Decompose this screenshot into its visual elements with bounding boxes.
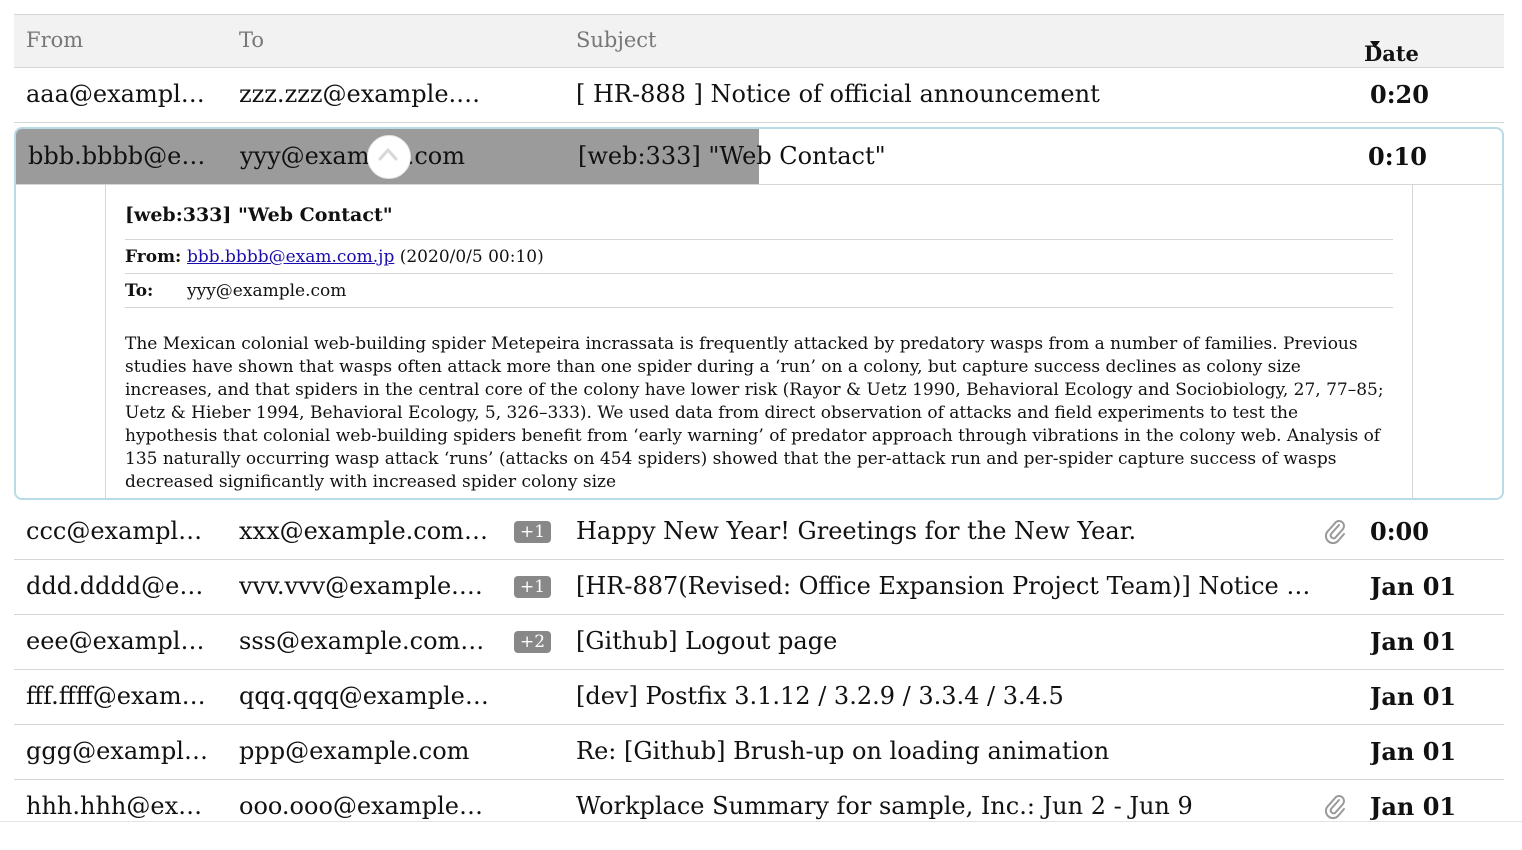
mail-subject: [HR-887(Revised: Office Expansion Projec…	[576, 572, 1311, 600]
mail-date: 0:00	[1370, 517, 1429, 546]
mail-from: ccc@example.c…	[26, 517, 211, 545]
expanded-mail-row[interactable]: bbb.bbbb@exa… yyy@example.com [web:333] …	[16, 129, 1502, 185]
mail-detail: [web:333] "Web Contact" From: bbb.bbbb@ex…	[105, 184, 1413, 498]
from-email-link[interactable]: bbb.bbbb@exam.com.jp	[187, 247, 394, 267]
mail-date: Jan 01	[1370, 627, 1457, 656]
mail-to: xxx@example.com,x…	[239, 517, 489, 545]
from-time: (2020/0/5 00:10)	[399, 247, 544, 267]
chevron-up-icon	[378, 148, 398, 161]
paperclip-icon	[1324, 519, 1348, 545]
recipient-count-badge: +2	[514, 631, 551, 653]
divider	[125, 273, 1393, 274]
divider	[125, 307, 1393, 308]
mail-subject: [dev] Postfix 3.1.12 / 3.2.9 / 3.3.4 / 3…	[576, 682, 1064, 710]
mail-to: qqq.qqq@example.com	[239, 682, 489, 710]
mail-subject: [Github] Logout page	[576, 627, 838, 655]
detail-to: To: yyy@example.com	[125, 281, 346, 301]
detail-from: From: bbb.bbbb@exam.com.jp (2020/0/5 00:1…	[125, 247, 544, 267]
column-from[interactable]: From	[26, 28, 83, 52]
mail-from: hhh.hhh@exam…	[26, 792, 211, 820]
expanded-mail: bbb.bbbb@exa… yyy@example.com [web:333] …	[14, 127, 1504, 500]
mail-date: Jan 01	[1370, 682, 1457, 711]
mail-list: From To Subject Date aaa@example.c… zzz.…	[14, 14, 1504, 123]
mail-date: Jan 01	[1370, 792, 1457, 821]
mail-subject: Happy New Year! Greetings for the New Ye…	[576, 517, 1137, 545]
mail-from: ggg@example.…	[26, 737, 211, 765]
mail-row[interactable]: ddd.dddd@exa… vvv.vvv@example.co… +1 [HR-88…	[14, 560, 1504, 615]
mail-row[interactable]: aaa@example.c… zzz.zzz@example.com [ HR-…	[14, 68, 1504, 123]
mail-row[interactable]: ccc@example.c… xxx@example.com,x… +1 Happy …	[14, 505, 1504, 560]
divider	[125, 239, 1393, 240]
mail-from: aaa@example.c…	[26, 80, 211, 108]
paperclip-icon	[1324, 794, 1348, 820]
mail-to: zzz.zzz@example.com	[239, 80, 489, 108]
mail-to: sss@example.com,sss…	[239, 627, 489, 655]
mail-to: ppp@example.com	[239, 737, 470, 765]
column-to[interactable]: To	[239, 28, 264, 52]
mail-subject: [ HR-888 ] Notice of official announceme…	[576, 80, 1100, 108]
to-label: To:	[125, 281, 154, 301]
mail-from: eee@example.c…	[26, 627, 211, 655]
mail-from: ddd.dddd@exa…	[26, 572, 211, 600]
mail-date: Jan 01	[1370, 572, 1457, 601]
mail-subject: Re: [Github] Brush-up on loading animati…	[576, 737, 1110, 765]
mail-list-rows: ccc@example.c… xxx@example.com,x… +1 Happy …	[14, 505, 1504, 835]
mail-date: 0:10	[1368, 142, 1427, 171]
recipient-count-badge: +1	[514, 521, 551, 543]
caret-down-icon	[1370, 41, 1380, 48]
mail-from: fff.ffff@exampl…	[26, 682, 211, 710]
mail-date: Jan 01	[1370, 737, 1457, 766]
from-label: From:	[125, 247, 182, 267]
recipient-count-badge: +1	[514, 576, 551, 598]
mail-subject: [web:333] "Web Contact"	[578, 142, 886, 170]
mail-row[interactable]: ggg@example.… ppp@example.com Re: [Github]…	[14, 725, 1504, 780]
column-header-row: From To Subject Date	[14, 14, 1504, 68]
detail-body: The Mexican colonial web-building spider…	[125, 334, 1384, 492]
column-subject[interactable]: Subject	[576, 28, 657, 52]
detail-title: [web:333] "Web Contact"	[125, 204, 393, 226]
to-value: yyy@example.com	[187, 281, 347, 301]
mail-to: yyy@example.com	[240, 142, 465, 170]
mail-to: ooo.ooo@example.com	[239, 792, 489, 820]
mail-subject: Workplace Summary for sample, Inc.: Jun …	[576, 792, 1193, 820]
mail-row[interactable]: fff.ffff@exampl… qqq.qqq@example.com [dev]…	[14, 670, 1504, 725]
collapse-button[interactable]	[367, 135, 411, 179]
mail-date: 0:20	[1370, 80, 1429, 109]
mail-to: vvv.vvv@example.co…	[239, 572, 489, 600]
mail-row[interactable]: eee@example.c… sss@example.com,sss… +2 [Git…	[14, 615, 1504, 670]
mail-from: bbb.bbbb@exa…	[28, 142, 213, 170]
horizontal-scrollbar[interactable]	[0, 821, 1522, 850]
